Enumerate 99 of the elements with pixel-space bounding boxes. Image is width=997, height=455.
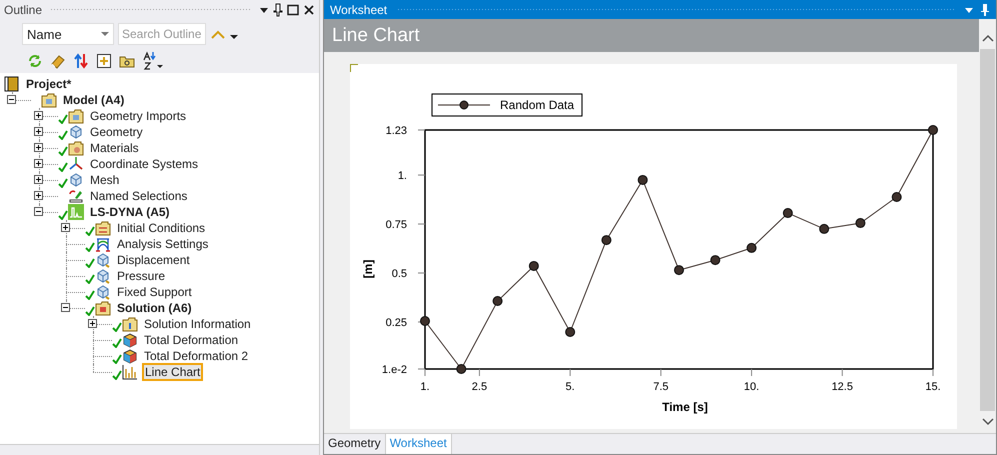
data-point	[782, 208, 793, 218]
expander-icon[interactable]	[34, 127, 43, 136]
tree-item[interactable]: Pressure	[115, 268, 168, 284]
expander-icon[interactable]	[61, 303, 70, 312]
tree-item[interactable]: Displacement	[115, 252, 192, 268]
expander-icon[interactable]	[34, 111, 43, 120]
tree-cube-icon	[68, 172, 84, 188]
data-point	[855, 218, 866, 228]
tree-folder-icon	[95, 300, 111, 316]
data-point	[928, 125, 938, 135]
data-point	[819, 224, 830, 234]
y-tick-label: 1.	[398, 170, 407, 182]
x-tick-label: 12.5	[832, 381, 853, 393]
y-tick-label: 1.e-2	[382, 364, 407, 376]
data-point	[710, 255, 720, 266]
data-point	[528, 260, 539, 271]
data-point	[492, 296, 503, 306]
expander-icon[interactable]	[34, 159, 43, 168]
tree-folder-icon	[122, 316, 138, 332]
data-point	[456, 364, 466, 374]
tree-frame-icon	[95, 236, 111, 252]
scroll-down-icon[interactable]	[982, 417, 994, 427]
tree-cube-icon	[95, 284, 111, 300]
data-point	[420, 316, 430, 326]
tree-item[interactable]: Materials	[88, 140, 141, 156]
sort-arrows-icon[interactable]	[73, 53, 89, 69]
tree-item[interactable]: Named Selections	[88, 188, 190, 204]
tree-item[interactable]: Model (A4)	[61, 92, 126, 108]
data-point	[746, 242, 757, 253]
data-point	[565, 326, 576, 337]
x-tick-label: 15.	[925, 381, 941, 393]
tree-cube-icon	[122, 332, 138, 348]
tree-item[interactable]: Total Deformation	[142, 332, 240, 348]
tree-book-icon	[4, 76, 20, 92]
expander-icon[interactable]	[61, 223, 70, 232]
panel-title: Outline	[4, 2, 42, 16]
expander-icon[interactable]	[88, 319, 97, 328]
tree-cube-icon	[68, 124, 84, 140]
tree-chart-icon	[68, 204, 84, 220]
tree-item[interactable]: LS-DYNA (A5)	[88, 204, 172, 220]
tree-bar-chart-icon	[122, 364, 138, 380]
scroll-thumb[interactable]	[980, 49, 995, 411]
data-point	[674, 265, 684, 276]
expander-icon[interactable]	[34, 191, 43, 200]
tree-cube-icon	[95, 268, 111, 284]
x-tick-label: 10.	[744, 381, 760, 393]
worksheet-heading: Line Chart	[324, 19, 979, 52]
sort-az-icon[interactable]	[142, 51, 164, 71]
x-tick-label: 7.5	[653, 381, 668, 393]
legend-label: Random Data	[500, 98, 574, 112]
tab[interactable]: Worksheet	[386, 434, 452, 454]
tree-item[interactable]: Geometry	[88, 124, 145, 140]
x-tick-label: 1.	[420, 381, 430, 393]
tree-item[interactable]: Analysis Settings	[115, 236, 210, 252]
y-tick-label: 0.75	[386, 219, 407, 232]
tree-item[interactable]: Project*	[24, 76, 74, 92]
tree-item[interactable]: Initial Conditions	[115, 220, 208, 236]
panel-title: Worksheet	[330, 2, 388, 16]
corner-mark-icon	[350, 64, 358, 72]
x-axis-title: Time [s]	[662, 400, 708, 414]
expander-icon[interactable]	[34, 207, 43, 216]
tree-axes-icon	[68, 156, 84, 172]
tree-item[interactable]: Geometry Imports	[88, 108, 188, 124]
tree-cube-icon	[95, 252, 111, 268]
tree-item[interactable]: Mesh	[88, 172, 122, 188]
tree-item[interactable]: Line Chart	[142, 363, 204, 381]
caret-icon	[101, 31, 109, 37]
expander-icon[interactable]	[34, 143, 43, 152]
filter-dropdown[interactable]: Name	[22, 23, 114, 45]
tree-item[interactable]: Solution Information	[142, 316, 253, 332]
tree-item[interactable]: Solution (A6)	[115, 300, 194, 316]
chart-legend: Random Data	[432, 94, 582, 116]
expander-icon[interactable]	[7, 95, 16, 104]
scroll-up-icon[interactable]	[982, 33, 994, 43]
y-tick-label: 0.25	[386, 316, 407, 329]
tree-item[interactable]: Total Deformation 2	[142, 348, 250, 364]
tree-folder-icon	[68, 140, 84, 156]
tree-folder-icon	[95, 220, 111, 236]
tree-model-icon	[41, 92, 57, 108]
y-tick-label: 1.23	[386, 125, 407, 137]
eraser-icon[interactable]	[50, 53, 66, 69]
data-point	[601, 235, 612, 246]
tree-item[interactable]: Coordinate Systems	[88, 156, 200, 172]
y-axis-title: [m]	[361, 260, 375, 278]
close-icon[interactable]	[303, 4, 315, 16]
tree-selection-icon	[68, 188, 84, 204]
search-field[interactable]: Search Outline	[118, 23, 206, 45]
tree-item[interactable]: Fixed Support	[115, 284, 194, 300]
expander-icon[interactable]	[34, 175, 43, 184]
maximize-icon[interactable]	[287, 4, 299, 16]
data-point	[892, 192, 902, 202]
add-box-icon[interactable]	[96, 53, 112, 69]
x-tick-label: 5.	[566, 381, 575, 393]
tree-folder-icon	[68, 108, 84, 124]
pin-icon[interactable]	[273, 2, 283, 16]
data-point	[638, 174, 648, 185]
tree-cube-icon	[122, 348, 138, 364]
x-tick-label: 2.5	[472, 381, 488, 393]
y-tick-label: 0.5	[392, 268, 407, 280]
